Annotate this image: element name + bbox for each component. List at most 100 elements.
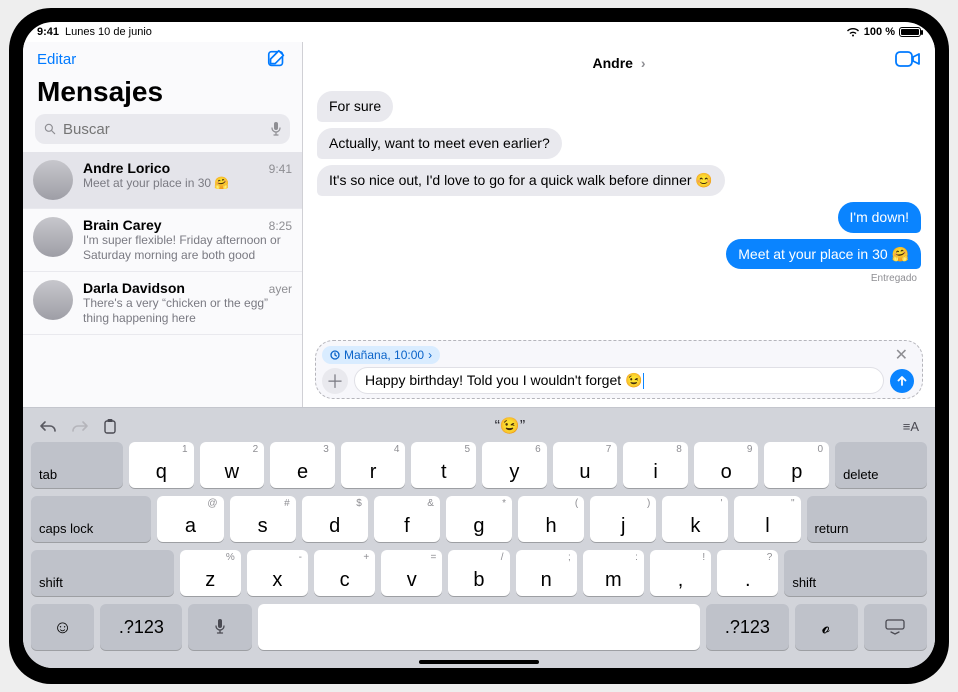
key-i[interactable]: 8i bbox=[623, 442, 688, 488]
cancel-schedule-button[interactable]: ✕ bbox=[889, 345, 914, 365]
compose-box: Mañana, 10:00 › ✕ ＋ Happy birthday! Told… bbox=[315, 340, 923, 399]
search-input[interactable] bbox=[63, 121, 264, 138]
search-icon bbox=[43, 122, 57, 136]
conversation-time: 9:41 bbox=[269, 162, 292, 176]
key-numsym-right[interactable]: .?123 bbox=[706, 604, 788, 650]
key-d[interactable]: $d bbox=[302, 496, 368, 542]
key-capslock[interactable]: caps lock bbox=[31, 496, 151, 542]
key-z[interactable]: %z bbox=[180, 550, 241, 596]
key-p[interactable]: 0p bbox=[764, 442, 829, 488]
message-row: For sure bbox=[317, 88, 921, 125]
key-q[interactable]: 1q bbox=[129, 442, 194, 488]
key-y[interactable]: 6y bbox=[482, 442, 547, 488]
wifi-icon bbox=[846, 27, 860, 38]
scheduled-send-tag[interactable]: Mañana, 10:00 › bbox=[322, 346, 440, 364]
key-h[interactable]: (h bbox=[518, 496, 584, 542]
status-time: 9:41 bbox=[37, 26, 59, 38]
message-bubble[interactable]: For sure bbox=[317, 91, 393, 122]
key-dismiss-keyboard[interactable] bbox=[864, 604, 927, 650]
key-r[interactable]: 4r bbox=[341, 442, 406, 488]
key-u[interactable]: 7u bbox=[553, 442, 618, 488]
message-bubble[interactable]: It's so nice out, I'd love to go for a q… bbox=[317, 165, 725, 196]
text-format-button[interactable]: ≡A bbox=[903, 419, 919, 434]
message-row: Actually, want to meet even earlier? bbox=[317, 125, 921, 162]
key-k[interactable]: 'k bbox=[662, 496, 728, 542]
key-s[interactable]: #s bbox=[230, 496, 296, 542]
key-b[interactable]: /b bbox=[448, 550, 509, 596]
conversation-item[interactable]: Brain Carey 8:25 I'm super flexible! Fri… bbox=[23, 209, 302, 272]
send-button[interactable] bbox=[890, 369, 914, 393]
key-o[interactable]: 9o bbox=[694, 442, 759, 488]
key-l[interactable]: "l bbox=[734, 496, 800, 542]
key-m[interactable]: :m bbox=[583, 550, 644, 596]
key-n[interactable]: ;n bbox=[516, 550, 577, 596]
key-,[interactable]: !, bbox=[650, 550, 711, 596]
key-tab[interactable]: tab bbox=[31, 442, 123, 488]
conversation-name: Brain Carey bbox=[83, 217, 162, 233]
conversation-name: Darla Davidson bbox=[83, 280, 185, 296]
key-emoji[interactable]: ☺ bbox=[31, 604, 94, 650]
sidebar-title: Mensajes bbox=[23, 74, 302, 114]
key-e[interactable]: 3e bbox=[270, 442, 335, 488]
conversation-snippet: I'm super flexible! Friday afternoon or … bbox=[83, 233, 292, 263]
key-.[interactable]: ?. bbox=[717, 550, 778, 596]
key-numsym-left[interactable]: .?123 bbox=[100, 604, 182, 650]
status-bar: 9:41 Lunes 10 de junio 100 % bbox=[23, 22, 935, 42]
message-row: Meet at your place in 30 🤗 bbox=[317, 236, 921, 273]
chevron-right-icon: › bbox=[428, 348, 432, 362]
key-j[interactable]: )j bbox=[590, 496, 656, 542]
key-delete[interactable]: delete bbox=[835, 442, 927, 488]
conversation-time: 8:25 bbox=[269, 219, 292, 233]
chat-pane: Andre › For sure Actually, want to meet e… bbox=[303, 42, 935, 407]
edit-button[interactable]: Editar bbox=[37, 51, 76, 68]
battery-percent: 100 % bbox=[864, 26, 895, 38]
chevron-right-icon: › bbox=[637, 55, 646, 71]
conversation-snippet: There's a very “chicken or the egg” thin… bbox=[83, 296, 292, 326]
conversation-item[interactable]: Darla Davidson ayer There's a very “chic… bbox=[23, 272, 302, 335]
messages-sidebar: Editar Mensajes Andre Lorico 9:41 Meet a… bbox=[23, 42, 303, 407]
key-return[interactable]: return bbox=[807, 496, 927, 542]
home-indicator[interactable] bbox=[419, 660, 539, 664]
keyboard-suggestion[interactable]: “😉” bbox=[495, 416, 526, 436]
message-input[interactable]: Happy birthday! Told you I wouldn't forg… bbox=[354, 367, 884, 394]
redo-button[interactable] bbox=[71, 419, 89, 433]
key-dictation[interactable] bbox=[188, 604, 251, 650]
on-screen-keyboard: “😉” ≡A tab 1q2w3e4r5t6y7u8i9o0pdelete ca… bbox=[23, 407, 935, 668]
avatar bbox=[33, 217, 73, 257]
message-row: It's so nice out, I'd love to go for a q… bbox=[317, 162, 921, 199]
dictation-icon[interactable] bbox=[270, 121, 282, 137]
key-x[interactable]: -x bbox=[247, 550, 308, 596]
message-thread[interactable]: For sure Actually, want to meet even earl… bbox=[303, 84, 935, 334]
battery-icon bbox=[899, 27, 921, 37]
conversation-item[interactable]: Andre Lorico 9:41 Meet at your place in … bbox=[23, 152, 302, 209]
conversation-time: ayer bbox=[269, 282, 292, 296]
search-field[interactable] bbox=[35, 114, 290, 144]
clock-icon bbox=[330, 350, 340, 360]
chat-title[interactable]: Andre › bbox=[592, 55, 645, 71]
key-shift-right[interactable]: shift bbox=[784, 550, 927, 596]
message-bubble[interactable]: Meet at your place in 30 🤗 bbox=[726, 239, 921, 270]
delivery-status: Entregado bbox=[317, 273, 917, 284]
avatar bbox=[33, 160, 73, 200]
key-v[interactable]: =v bbox=[381, 550, 442, 596]
video-call-button[interactable] bbox=[895, 50, 921, 68]
key-g[interactable]: *g bbox=[446, 496, 512, 542]
key-w[interactable]: 2w bbox=[200, 442, 265, 488]
clipboard-button[interactable] bbox=[103, 418, 117, 434]
attach-button[interactable]: ＋ bbox=[322, 368, 348, 394]
compose-button[interactable] bbox=[266, 48, 288, 70]
key-space[interactable] bbox=[258, 604, 701, 650]
key-f[interactable]: &f bbox=[374, 496, 440, 542]
conversation-snippet: Meet at your place in 30 🤗 bbox=[83, 176, 292, 191]
key-t[interactable]: 5t bbox=[411, 442, 476, 488]
key-handwriting[interactable]: 𝓸 bbox=[795, 604, 858, 650]
message-bubble[interactable]: Actually, want to meet even earlier? bbox=[317, 128, 562, 159]
undo-button[interactable] bbox=[39, 419, 57, 433]
status-date: Lunes 10 de junio bbox=[65, 26, 152, 38]
key-c[interactable]: +c bbox=[314, 550, 375, 596]
key-a[interactable]: @a bbox=[157, 496, 223, 542]
key-shift-left[interactable]: shift bbox=[31, 550, 174, 596]
message-bubble[interactable]: I'm down! bbox=[838, 202, 921, 233]
avatar bbox=[33, 280, 73, 320]
conversation-name: Andre Lorico bbox=[83, 160, 170, 176]
